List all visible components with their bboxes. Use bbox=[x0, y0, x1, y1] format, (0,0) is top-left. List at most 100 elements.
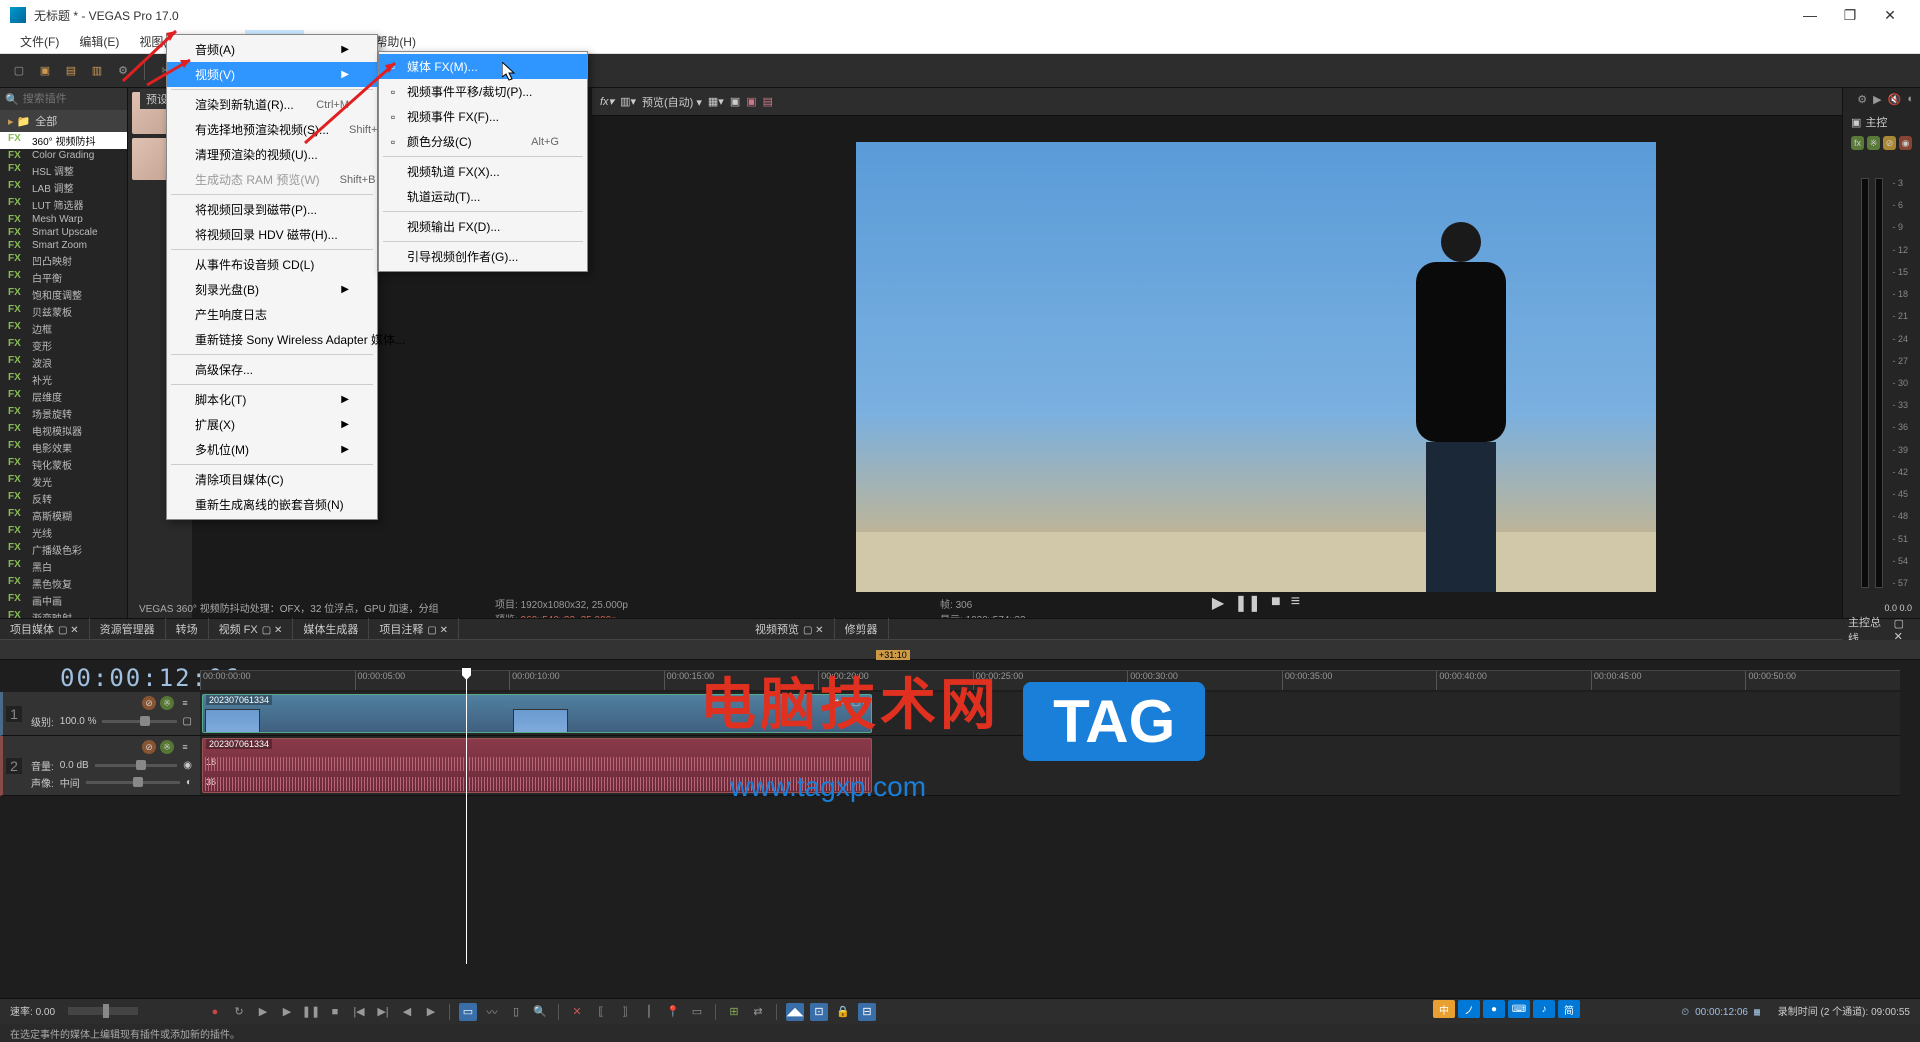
menu-item[interactable]: 重新生成离线的嵌套音频(N) bbox=[167, 492, 377, 517]
preview-video[interactable] bbox=[856, 142, 1656, 592]
panel-tab[interactable]: 转场 bbox=[166, 618, 209, 640]
menu-item[interactable]: 引导视频创作者(G)... bbox=[379, 244, 587, 269]
menu-item[interactable]: ▫视频事件平移/裁切(P)... bbox=[379, 79, 587, 104]
menu-item[interactable]: 重新链接 Sony Wireless Adapter 媒体... bbox=[167, 327, 377, 352]
trim-end-icon[interactable]: ⟧ bbox=[616, 1003, 634, 1021]
timeline-marker[interactable]: +31:10 bbox=[876, 650, 910, 660]
ime-indicator[interactable]: ● bbox=[1483, 1000, 1505, 1018]
mute-slot-icon[interactable]: ⊘ bbox=[1883, 136, 1896, 150]
menu-item[interactable]: 将视频回录到磁带(P)... bbox=[167, 197, 377, 222]
loop-icon[interactable]: ↻ bbox=[230, 1003, 248, 1021]
menu-item[interactable]: 清理预渲染的视频(U)... bbox=[167, 142, 377, 167]
fx-item[interactable]: 光线 bbox=[0, 524, 127, 541]
marker-icon[interactable]: 📍 bbox=[664, 1003, 682, 1021]
envelope-edit-icon[interactable]: 〰 bbox=[483, 1003, 501, 1021]
toggle-icon[interactable]: ▣ bbox=[1851, 116, 1861, 129]
video-track-row[interactable]: 202307061334 ⇄ ✂ ▢ ≡ bbox=[200, 692, 1900, 736]
menu-item[interactable]: 有选择地预渲染视频(S)...Shift+M bbox=[167, 117, 377, 142]
menu-item[interactable]: 刻录光盘(B)▶ bbox=[167, 277, 377, 302]
next-frame-icon[interactable]: ▶ bbox=[422, 1003, 440, 1021]
fx-item[interactable]: 饱和度调整 bbox=[0, 286, 127, 303]
menu-item[interactable]: ▫视频事件 FX(F)... bbox=[379, 104, 587, 129]
menu-item[interactable]: 扩展(X)▶ bbox=[167, 412, 377, 437]
fx-item[interactable]: 360° 视频防抖 bbox=[0, 132, 127, 149]
panel-tab[interactable]: 项目注释▢ ✕ bbox=[369, 618, 459, 640]
pause-icon[interactable]: ❚❚ bbox=[302, 1003, 320, 1021]
ignore-group-icon[interactable]: ⊟ bbox=[858, 1003, 876, 1021]
fx-item[interactable]: 白平衡 bbox=[0, 269, 127, 286]
preview-fx-icon[interactable]: fx▾ bbox=[600, 95, 614, 108]
mute-icon[interactable]: 🔇 bbox=[1888, 93, 1902, 106]
dim-icon[interactable]: ◐ bbox=[1907, 93, 1914, 105]
fx-slot-icon[interactable]: ※ bbox=[1867, 136, 1880, 150]
fx-item[interactable]: LUT 筛选器 bbox=[0, 196, 127, 213]
panel-tab[interactable]: 修剪器 bbox=[835, 618, 889, 640]
fx-item[interactable]: Smart Upscale bbox=[0, 226, 127, 239]
fx-item[interactable]: LAB 调整 bbox=[0, 179, 127, 196]
region-icon[interactable]: ▭ bbox=[688, 1003, 706, 1021]
volume-slider[interactable] bbox=[95, 764, 178, 767]
preview-split-icon[interactable]: ▥▾ bbox=[620, 95, 636, 108]
preview-snapshot-icon[interactable]: ▣ bbox=[746, 95, 756, 108]
normal-edit-icon[interactable]: ▭ bbox=[459, 1003, 477, 1021]
zoom-edit-icon[interactable]: 🔍 bbox=[531, 1003, 549, 1021]
all-folder[interactable]: ▸ 📁 全部 bbox=[0, 110, 127, 132]
ime-indicator[interactable]: ⌨ bbox=[1508, 1000, 1530, 1018]
track-automation-icon[interactable]: ◐ bbox=[186, 777, 192, 788]
settings-icon[interactable]: ⚙ bbox=[1857, 93, 1867, 106]
video-submenu[interactable]: ▫媒体 FX(M)...▫视频事件平移/裁切(P)...▫视频事件 FX(F).… bbox=[378, 51, 588, 272]
play-start-icon[interactable]: ▶ bbox=[254, 1003, 272, 1021]
lock-icon[interactable]: 🔒 bbox=[834, 1003, 852, 1021]
play-icon[interactable]: ▶ bbox=[1873, 93, 1881, 106]
menu-1[interactable]: 编辑(E) bbox=[69, 30, 129, 53]
menu-item[interactable]: 从事件布设音频 CD(L) bbox=[167, 252, 377, 277]
quantize-icon[interactable]: ⊡ bbox=[810, 1003, 828, 1021]
track-more-icon[interactable]: ≡ bbox=[178, 740, 192, 754]
fx-item[interactable]: 电视模拟器 bbox=[0, 422, 127, 439]
prev-frame-icon[interactable]: ◀ bbox=[398, 1003, 416, 1021]
ime-indicator[interactable]: ノ bbox=[1458, 1000, 1480, 1018]
audio-track-row[interactable]: 202307061334 18 36 bbox=[200, 736, 1900, 796]
menu-item[interactable]: 将视频回录 HDV 磁带(H)... bbox=[167, 222, 377, 247]
menu-item[interactable]: 音频(A)▶ bbox=[167, 37, 377, 62]
playhead[interactable] bbox=[466, 668, 467, 964]
rate-slider[interactable] bbox=[103, 1004, 109, 1018]
fx-item[interactable]: 广播级色彩 bbox=[0, 541, 127, 558]
menu-item[interactable]: 轨道运动(T)... bbox=[379, 184, 587, 209]
open-icon[interactable]: ▣ bbox=[36, 62, 54, 80]
fx-item[interactable]: 钝化蒙板 bbox=[0, 456, 127, 473]
fx-item[interactable]: HSL 调整 bbox=[0, 162, 127, 179]
preview-quality-dropdown[interactable]: 预览(自动) ▾ bbox=[642, 94, 702, 110]
track-more-icon[interactable]: ≡ bbox=[178, 696, 192, 710]
properties-icon[interactable]: ⚙ bbox=[114, 62, 132, 80]
menu-item[interactable]: 高级保存... bbox=[167, 357, 377, 382]
pan-slider[interactable] bbox=[86, 781, 180, 784]
audio-clip[interactable]: 202307061334 18 36 bbox=[202, 738, 872, 793]
menu-item[interactable]: 产生响度日志 bbox=[167, 302, 377, 327]
ime-indicator[interactable]: 中 bbox=[1433, 1000, 1455, 1018]
menu-item[interactable]: ▫媒体 FX(M)... bbox=[379, 54, 587, 79]
fx-item[interactable]: 层维度 bbox=[0, 388, 127, 405]
clip-tools[interactable]: ⇄ ✂ ▢ ≡ bbox=[832, 697, 868, 708]
fx-item[interactable]: 边框 bbox=[0, 320, 127, 337]
snap-icon[interactable]: ⊞ bbox=[725, 1003, 743, 1021]
timeline-ruler[interactable]: 00:00:00:0000:00:05:0000:00:10:0000:00:1… bbox=[200, 670, 1900, 690]
panel-tab[interactable]: 视频预览▢ ✕ bbox=[745, 618, 835, 640]
video-track-header[interactable]: 1 ⊘ ※ ≡ 级别: 100.0 % ▢ bbox=[0, 692, 200, 736]
tracks-area[interactable]: 202307061334 ⇄ ✂ ▢ ≡ 202307061334 18 36 bbox=[200, 692, 1900, 1004]
menu-item[interactable]: 视频输出 FX(D)... bbox=[379, 214, 587, 239]
track-phase-icon[interactable]: ◉ bbox=[183, 760, 192, 771]
record-icon[interactable]: ● bbox=[206, 1003, 224, 1021]
fx-item[interactable]: 渐变映射 bbox=[0, 609, 127, 618]
new-project-icon[interactable]: ▢ bbox=[10, 62, 28, 80]
panel-tab[interactable]: 媒体生成器 bbox=[293, 618, 369, 640]
fx-item[interactable]: 补光 bbox=[0, 371, 127, 388]
go-start-icon[interactable]: |◀ bbox=[350, 1003, 368, 1021]
fx-list[interactable]: 360° 视频防抖Color GradingHSL 调整LAB 调整LUT 筛选… bbox=[0, 132, 127, 618]
menu-icon[interactable]: ≡ bbox=[1291, 593, 1300, 613]
close-button[interactable]: ✕ bbox=[1870, 7, 1910, 24]
selection-edit-icon[interactable]: ▯ bbox=[507, 1003, 525, 1021]
render-icon[interactable]: ▥ bbox=[88, 62, 106, 80]
fx-item[interactable]: 电影效果 bbox=[0, 439, 127, 456]
delete-icon[interactable]: ✕ bbox=[568, 1003, 586, 1021]
